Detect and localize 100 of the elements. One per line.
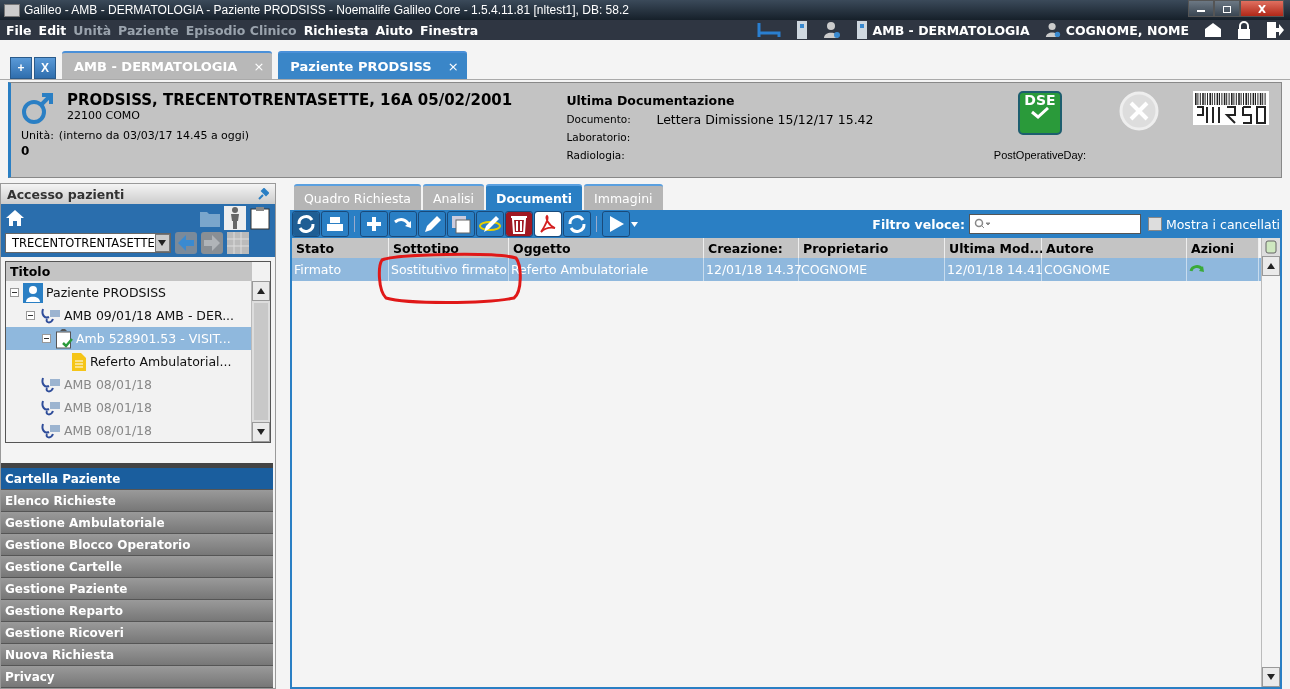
menu-item[interactable]: Finestra [419, 22, 479, 38]
post-operative-label: PostOperativeDay: [993, 149, 1087, 161]
checkbox[interactable] [1147, 217, 1162, 231]
collapse-icon[interactable] [42, 334, 52, 343]
user-gear-icon[interactable] [822, 21, 841, 39]
column-header: Titolo [6, 262, 252, 281]
table-cell: 12/01/18 14.41 [945, 258, 1042, 281]
refresh-icon[interactable] [292, 211, 320, 237]
app-icon [4, 3, 20, 17]
quick-filter-field[interactable] [968, 214, 1141, 234]
tree-item[interactable]: AMB 09/01/18 AMB - DER... [64, 308, 235, 323]
menu-item[interactable]: Edit [38, 22, 67, 38]
table-cell: Firmato [292, 258, 389, 281]
lock-icon[interactable] [1237, 21, 1251, 39]
table-cell: COGNOME [1042, 258, 1187, 281]
scrollbar[interactable] [1261, 238, 1280, 687]
nav-item[interactable]: Gestione Reparto [1, 600, 273, 622]
device-icon[interactable] [855, 21, 868, 39]
home-icon[interactable] [5, 209, 25, 227]
columns-icon[interactable] [1265, 240, 1277, 254]
stethoscope-icon [39, 306, 61, 325]
stethoscope-icon [39, 398, 61, 417]
nav-item[interactable]: Gestione Cartelle [1, 556, 273, 578]
clipboard-icon[interactable] [249, 206, 271, 230]
tree-item[interactable]: Paziente PRODSISS [46, 285, 167, 300]
user-name[interactable]: COGNOME, NOME [1065, 22, 1189, 38]
maximize-button[interactable] [1214, 0, 1240, 17]
tab-label: AMB - DERMATOLOGIA [74, 58, 238, 74]
table-cell: Sostitutivo firmato [389, 258, 509, 281]
copy-icon[interactable] [447, 211, 475, 237]
scroll-down-icon[interactable] [1266, 673, 1276, 681]
logout-icon[interactable] [1266, 21, 1284, 39]
user-icon[interactable] [1044, 22, 1061, 38]
unit-value: (interno da 03/03/17 14.45 a oggi) [58, 129, 250, 142]
patient-name: PRODSISS, TRECENTOTRENTASETTE, 16A 05/02/2001 [67, 91, 513, 109]
menu-item[interactable]: Richiesta [303, 22, 369, 38]
add-icon[interactable] [360, 211, 388, 237]
field-label: Laboratorio: [566, 131, 632, 143]
maximize-icon [1222, 4, 1232, 13]
patient-city: 22100 COMO [67, 109, 141, 122]
person-icon [23, 282, 43, 303]
column-header[interactable]: Oggetto [509, 238, 704, 258]
column-header[interactable]: Autore [1042, 238, 1187, 258]
column-header[interactable]: Ultima Mod... [945, 238, 1042, 258]
nav-item[interactable]: Nuova Richiesta [1, 644, 273, 666]
column-header[interactable]: Azioni [1187, 238, 1259, 258]
unit-label[interactable]: AMB - DERMATOLOGIA [872, 22, 1030, 38]
menu-item[interactable]: Aiuto [375, 22, 413, 38]
delete-icon[interactable] [505, 211, 533, 237]
barcode-icon[interactable] [1193, 91, 1269, 125]
section-title: Ultima Documentazione [566, 93, 736, 108]
close-button[interactable] [1240, 0, 1284, 17]
pin-icon[interactable] [257, 188, 269, 200]
document-icon [71, 351, 87, 372]
tree-item[interactable]: Referto Ambulatorial... [90, 354, 232, 369]
redo-icon[interactable] [389, 211, 417, 237]
dse-badge[interactable]: DSE [1018, 91, 1062, 135]
nav-item[interactable]: Gestione Blocco Operatorio [1, 534, 273, 556]
collapse-icon[interactable] [10, 288, 20, 297]
table-cell: 12/01/18 14.37 [704, 258, 799, 281]
close-icon[interactable]: × [447, 58, 459, 74]
stethoscope-icon [39, 421, 61, 440]
nav-item[interactable]: Elenco Richieste [1, 490, 273, 512]
window-title: Galileo - AMB - DERMATOLOGIA - Paziente PRODSISS - Noemalife Galileo Core - 1.5.4.11.81 [nltest1], DB: 58.2 [24, 3, 629, 17]
scrollbar[interactable] [251, 281, 270, 442]
person-icon[interactable] [224, 206, 246, 230]
print-icon[interactable] [321, 211, 349, 237]
nav-item[interactable]: Privacy [1, 666, 273, 688]
scroll-down-icon[interactable] [256, 428, 266, 436]
content-tab[interactable]: Documenti [486, 184, 583, 210]
play-icon[interactable] [602, 211, 630, 237]
collapse-icon[interactable] [26, 311, 36, 320]
device-icon[interactable] [795, 21, 808, 39]
tab-action-button[interactable]: + [10, 57, 32, 79]
nav-item[interactable]: Cartella Paziente [1, 463, 273, 490]
caret-icon [157, 239, 168, 247]
column-header[interactable]: Proprietario [799, 238, 945, 258]
sync-icon[interactable] [563, 211, 591, 237]
tab-label: Paziente PRODSISS [290, 58, 432, 74]
tab-action-button[interactable]: X [34, 57, 56, 79]
scroll-up-icon[interactable] [1266, 262, 1276, 270]
male-icon [21, 91, 55, 125]
minimize-button[interactable] [1188, 0, 1214, 17]
checkbox-label[interactable]: Mostra i cancellati [1165, 216, 1280, 232]
patient-search-field[interactable]: TRECENTOTRENTASETTE [5, 233, 171, 253]
nav-item[interactable]: Gestione Paziente [1, 578, 273, 600]
document-tab[interactable]: Paziente PRODSISS × [278, 51, 467, 79]
sign-icon[interactable] [476, 211, 504, 237]
bed-icon[interactable] [756, 23, 781, 37]
field-value: Lettera Dimissione 15/12/17 15.42 [656, 111, 874, 127]
nav-item[interactable]: Gestione Ambulatoriale [1, 512, 273, 534]
column-header[interactable]: Stato [292, 238, 389, 258]
field-label: Documento: [566, 113, 632, 125]
edit-icon[interactable] [418, 211, 446, 237]
pdf-icon[interactable] [534, 211, 562, 237]
column-header[interactable]: Creazione: [704, 238, 799, 258]
scroll-up-icon[interactable] [256, 287, 266, 295]
menu-item[interactable]: File [6, 22, 32, 38]
nav-item[interactable]: Gestione Ricoveri [1, 622, 273, 644]
caret-icon[interactable] [631, 221, 638, 227]
